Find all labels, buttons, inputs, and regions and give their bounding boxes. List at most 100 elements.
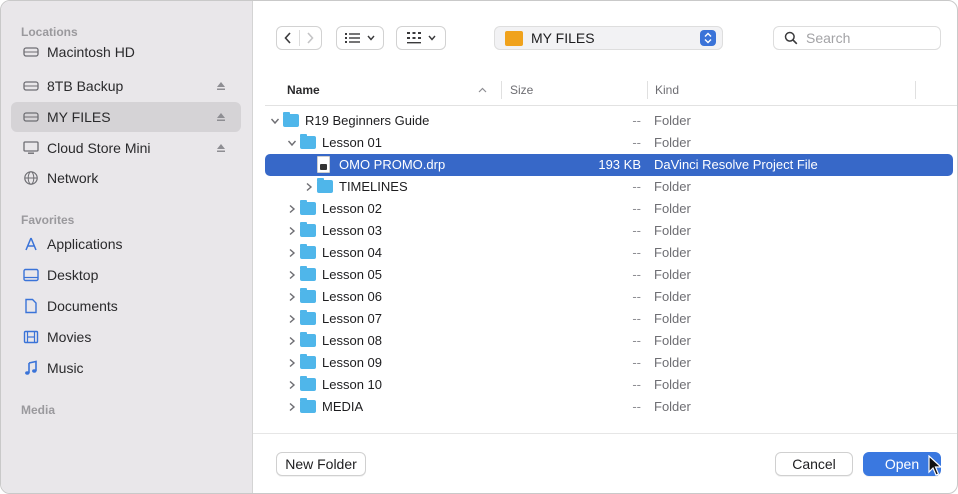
list-item[interactable]: Lesson 08 -- Folder [265, 330, 953, 352]
column-header-size[interactable]: Size [510, 75, 533, 105]
item-name: Lesson 09 [322, 355, 382, 370]
item-size: -- [632, 311, 641, 326]
sidebar-item-music[interactable]: Music [11, 353, 241, 383]
item-kind: Folder [654, 179, 691, 194]
location-popup[interactable]: MY FILES [494, 26, 723, 50]
list-item[interactable]: MEDIA -- Folder [265, 396, 953, 418]
sidebar-item-label: Macintosh HD [47, 44, 135, 60]
column-label: Name [287, 83, 320, 97]
applications-icon [21, 234, 41, 254]
list-item[interactable]: R19 Beginners Guide -- Folder [265, 110, 953, 132]
chevron-right-icon[interactable] [286, 224, 298, 238]
column-label: Size [510, 83, 534, 97]
sidebar-item-documents[interactable]: Documents [11, 291, 241, 321]
eject-icon[interactable] [215, 110, 227, 124]
list-item[interactable]: Lesson 07 -- Folder [265, 308, 953, 330]
item-size: -- [632, 245, 641, 260]
item-size: -- [632, 289, 641, 304]
divider [265, 105, 957, 106]
item-kind: Folder [654, 333, 691, 348]
group-by-button[interactable] [396, 26, 446, 50]
sidebar-item-macintosh-hd[interactable]: Macintosh HD [11, 37, 241, 67]
folder-icon [300, 200, 316, 215]
sidebar-item-network[interactable]: Network [11, 163, 241, 193]
sidebar: Locations Macintosh HD 8TB Backup MY FIL… [1, 1, 253, 493]
sidebar-item-applications[interactable]: Applications [11, 229, 241, 259]
item-size: -- [632, 355, 641, 370]
cancel-button[interactable]: Cancel [775, 452, 853, 476]
item-name: MEDIA [322, 399, 364, 414]
new-folder-button[interactable]: New Folder [276, 452, 366, 476]
list-item[interactable]: TIMELINES -- Folder [265, 176, 953, 198]
chevron-right-icon[interactable] [286, 378, 298, 392]
list-item[interactable]: Lesson 03 -- Folder [265, 220, 953, 242]
chevron-down-icon [367, 35, 375, 41]
sidebar-item-8tb-backup[interactable]: 8TB Backup [11, 71, 241, 101]
popup-stepper-icon [700, 30, 716, 46]
folder-icon [300, 244, 316, 259]
sidebar-item-my-files[interactable]: MY FILES [11, 102, 241, 132]
item-kind: Folder [654, 289, 691, 304]
chevron-right-icon[interactable] [286, 246, 298, 260]
item-size: -- [632, 267, 641, 282]
item-size: -- [632, 333, 641, 348]
list-item[interactable]: OMO PROMO.drp 193 KB DaVinci Resolve Proje… [265, 154, 953, 176]
column-divider[interactable] [647, 81, 648, 99]
column-divider[interactable] [915, 81, 916, 99]
globe-icon [21, 168, 41, 188]
list-item[interactable]: Lesson 10 -- Folder [265, 374, 953, 396]
folder-icon [300, 222, 316, 237]
item-kind: Folder [654, 267, 691, 282]
chevron-right-icon[interactable] [303, 180, 315, 194]
eject-icon[interactable] [215, 79, 227, 93]
item-kind: Folder [654, 311, 691, 326]
mouse-pointer-icon [928, 455, 943, 476]
sidebar-item-desktop[interactable]: Desktop [11, 260, 241, 290]
list-item[interactable]: Lesson 05 -- Folder [265, 264, 953, 286]
item-size: -- [632, 113, 641, 128]
folder-icon [300, 134, 316, 149]
sidebar-item-movies[interactable]: Movies [11, 322, 241, 352]
sidebar-item-cloud-store-mini[interactable]: Cloud Store Mini [11, 133, 241, 163]
folder-icon [317, 178, 333, 193]
search-icon [784, 31, 798, 45]
chevron-right-icon[interactable] [286, 290, 298, 304]
item-name: Lesson 10 [322, 377, 382, 392]
item-name: OMO PROMO.drp [339, 157, 446, 172]
chevron-right-icon[interactable] [286, 202, 298, 216]
folder-icon [300, 332, 316, 347]
open-file-dialog: Locations Macintosh HD 8TB Backup MY FIL… [0, 0, 958, 494]
view-mode-button[interactable] [336, 26, 384, 50]
chevron-down-icon[interactable] [286, 136, 298, 150]
list-view-icon [345, 33, 360, 43]
column-header-name[interactable]: Name [287, 75, 320, 105]
sidebar-item-label: Network [47, 170, 99, 186]
list-item[interactable]: Lesson 02 -- Folder [265, 198, 953, 220]
item-name: TIMELINES [339, 179, 408, 194]
list-item[interactable]: Lesson 09 -- Folder [265, 352, 953, 374]
back-button[interactable] [277, 32, 299, 44]
column-header-kind[interactable]: Kind [655, 75, 679, 105]
column-label: Kind [655, 83, 680, 97]
eject-icon[interactable] [215, 141, 227, 155]
item-kind: DaVinci Resolve Project File [654, 157, 818, 172]
chevron-right-icon[interactable] [286, 334, 298, 348]
list-item[interactable]: Lesson 06 -- Folder [265, 286, 953, 308]
column-divider[interactable] [501, 81, 502, 99]
chevron-right-icon[interactable] [286, 312, 298, 326]
item-name: R19 Beginners Guide [305, 113, 430, 128]
chevron-right-icon[interactable] [286, 268, 298, 282]
sidebar-item-label: Music [47, 360, 84, 376]
list-item[interactable]: Lesson 04 -- Folder [265, 242, 953, 264]
chevron-right-icon[interactable] [286, 400, 298, 414]
search-field[interactable]: Search [773, 26, 941, 50]
chevron-right-icon[interactable] [286, 356, 298, 370]
chevron-down-icon [428, 35, 436, 41]
chevron-down-icon[interactable] [269, 114, 281, 128]
item-kind: Folder [654, 201, 691, 216]
back-forward-control [276, 26, 322, 50]
list-item[interactable]: Lesson 01 -- Folder [265, 132, 953, 154]
item-kind: Folder [654, 223, 691, 238]
drive-icon [21, 42, 41, 62]
forward-button[interactable] [300, 32, 322, 44]
